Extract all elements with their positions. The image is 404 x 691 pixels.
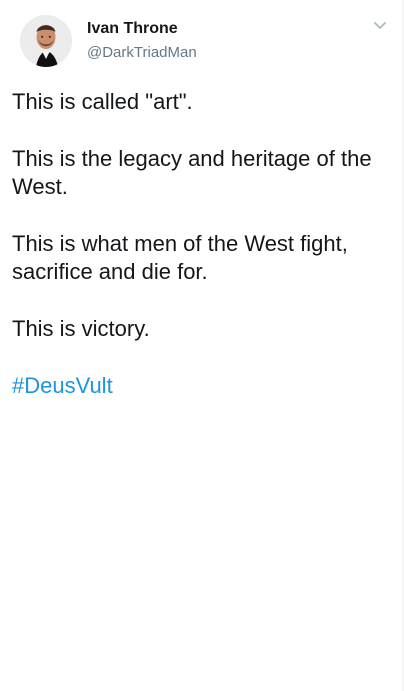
tweet-line: This is the legacy and heritage of the W…: [12, 146, 372, 199]
author-handle[interactable]: @DarkTriadMan: [87, 43, 197, 62]
tweet-body: This is called "art". This is the legacy…: [12, 88, 372, 400]
tweet-line: This is called "art".: [12, 89, 193, 114]
author-avatar[interactable]: [20, 15, 72, 67]
tweet-line: This is what men of the West fight, sacr…: [12, 231, 348, 284]
chevron-down-icon[interactable]: [373, 20, 387, 32]
author-name[interactable]: Ivan Throne: [87, 19, 178, 39]
tweet-header: Ivan Throne @DarkTriadMan: [0, 0, 404, 80]
hashtag-link[interactable]: #DeusVult: [12, 373, 113, 398]
tweet-card: Ivan Throne @DarkTriadMan This is called…: [0, 0, 404, 691]
tweet-line: This is victory.: [12, 316, 150, 341]
avatar-image: [20, 15, 72, 67]
